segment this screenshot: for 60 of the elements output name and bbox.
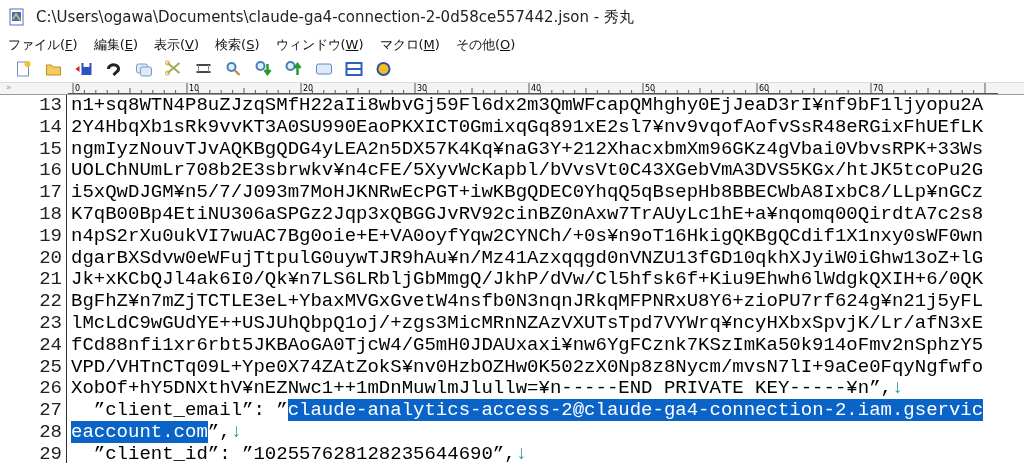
code-text: lMcLdC9wGUdYE++USJUhQbpQ1oj/+zgs3MicMRnNZAzVXUTsTpd7VYWrq¥ncyHXbxSpvjK/Lr/afN3xE	[71, 311, 984, 334]
menu-item[interactable]: 検索(S)	[213, 36, 262, 54]
code-text: XobOf+hY5DNXthV¥nEZNwc1++1mDnMuwlmJlullw=¥n-----END PRIVATE KEY-----¥n”,	[71, 377, 892, 400]
code-text: ”client_id”: ”102557628128235644690”,	[92, 442, 516, 463]
line-number: 23	[38, 312, 62, 335]
code-text: Jk+xKCbQJl4ak6I0/Qk¥n7LS6LRbljGbMmgQ/JkhP/dVw/Cl5hfsk6f+Kiu9Ehwh6lWdgkQXIH+6/0QK	[71, 268, 984, 291]
search-up-icon[interactable]	[284, 60, 303, 78]
undo-icon[interactable]	[104, 60, 123, 78]
code-text: n4pS2rXu0ukVI7wuAC7Bg0oie+E+VA0oyfYqw2CYNCh/+0s¥n9oT16HkigQKBgQCdif1X1nxy0sWF0wn	[71, 224, 984, 247]
line-end-mark: ↓	[515, 442, 528, 463]
window-title: C:\Users\ogawa\Documents\claude-ga4-connection-2-0d58ce557442.json - 秀丸	[36, 7, 634, 27]
line-number: 19	[38, 225, 62, 248]
line-number: 17	[38, 182, 62, 204]
line-number: 25	[38, 356, 62, 379]
code-text: fCd88nfi1xr6rbt5JKBAoGA0TjcW4/G5mH0JDAUxaxi¥nw6YgFCznk7KSzImKa50k914oFmv2nSphzY5	[71, 333, 984, 356]
line-number: 14	[38, 116, 62, 139]
line-number: 26	[38, 378, 62, 401]
line-number: 20	[38, 247, 62, 270]
app-icon	[8, 8, 26, 26]
line-end-mark: ↓	[891, 377, 904, 400]
code-text: ”,	[207, 420, 231, 443]
code-text: UOLChNUmLr708b2E3sbrwkv¥n4cFE/5XyvWcKapbl/bVvsVt0C43XGebVmA3DVS5KGx/htJK5tcoPu2G	[71, 159, 984, 182]
line-number: 16	[38, 160, 62, 183]
code-text: i5xQwDJGM¥n5/7/J093m7MoHJKNRwEcPGT+iwKBgQDEC0YhqQ5qBsepHb8BBECWbA8IxbC8/LLp¥nGCz	[71, 181, 984, 204]
code-text: VPD/VHTnCTq09L+Ype0X74ZAtZokS¥nv0HzbOZHw0K502zX0Np8z8Nycm/mvsN7lI+9aCe0FqyNgfwfo	[71, 355, 984, 378]
ruler-marker: »	[5, 83, 13, 94]
menu-item[interactable]: 表示(V)	[152, 36, 202, 54]
line-number: 27	[38, 400, 62, 422]
search-icon[interactable]	[224, 60, 243, 78]
menu-item[interactable]: その他(O)	[453, 36, 518, 54]
line-end-mark: ↓	[230, 420, 243, 443]
window-icon[interactable]	[314, 60, 333, 78]
code-text: ngmIyzNouvTJvAQKBgQDG4yLEA2n5DX57K4Kq¥naG3Y+212XhacxbmXm96GKz4gVbai0VbvsRPK+33Ws	[71, 137, 984, 160]
copy-icon[interactable]	[134, 60, 153, 78]
selected-text: claude-analytics-access-2@claude-ga4-connection-2.iam.gservic	[287, 399, 984, 422]
menu-item[interactable]: マクロ(M)	[377, 36, 442, 54]
new-file-icon[interactable]	[14, 60, 33, 78]
save-icon[interactable]	[74, 60, 93, 78]
search-down-icon[interactable]	[254, 60, 273, 78]
line-number: 24	[38, 334, 62, 357]
line-number: 29	[38, 443, 62, 463]
selected-text: eaccount.com	[71, 420, 208, 443]
code-text: 2Y4HbqXb1sRk9vvKT3A0SU990EaoPKXICT0GmixqGq891xE2sl7¥nv9vqofAofvSsR48eRGixFhUEfLK	[71, 115, 984, 138]
line-number: 21	[38, 269, 62, 292]
scissors-icon[interactable]	[164, 60, 183, 78]
line-number: 15	[38, 138, 62, 161]
code-text: dgarBXSdvw0eWFujTtpulG0uywTJR9hAu¥n/Mz41Azxqqgd0nVNZU13fGD10qkhXJyiW0iGhw13oZ+lG	[71, 246, 984, 269]
ruler: 0 10 20 30 40 50 60 70	[68, 83, 998, 94]
code-text: K7qB00Bp4EtiNU306aSPGz2Jqp3xQBGGJvRV92cinBZ0nAxw7TrAUyLc1hE+a¥nqomq00QirdtA7c2s8	[71, 203, 984, 225]
menu-item[interactable]: 編集(E)	[91, 36, 140, 54]
line-number: 28	[38, 421, 62, 444]
split-window-icon[interactable]	[344, 60, 363, 78]
code-text: n1+sq8WTN4P8uZJzqSMfH22aIi8wbvGj59Fl6dx2m3QmWFcapQMhghy0EjJeaD3rI¥nf9bF1ljyopu2A	[71, 94, 984, 116]
line-number: 22	[38, 291, 62, 313]
code-text: ”client_email”: ”	[92, 399, 288, 422]
line-number: 18	[38, 204, 62, 226]
menu-item[interactable]: ファイル(F)	[6, 36, 80, 54]
code-text: BgFhZ¥n7mZjTCTLE3eL+YbaxMVGxGvetW4nsfb0N3nqnJRkqMFPNRxU8Y6+zioPU7rf624g¥n21j5yFL	[71, 290, 984, 313]
line-number: 13	[38, 95, 62, 117]
menu-item[interactable]: ウィンドウ(W)	[273, 36, 366, 54]
